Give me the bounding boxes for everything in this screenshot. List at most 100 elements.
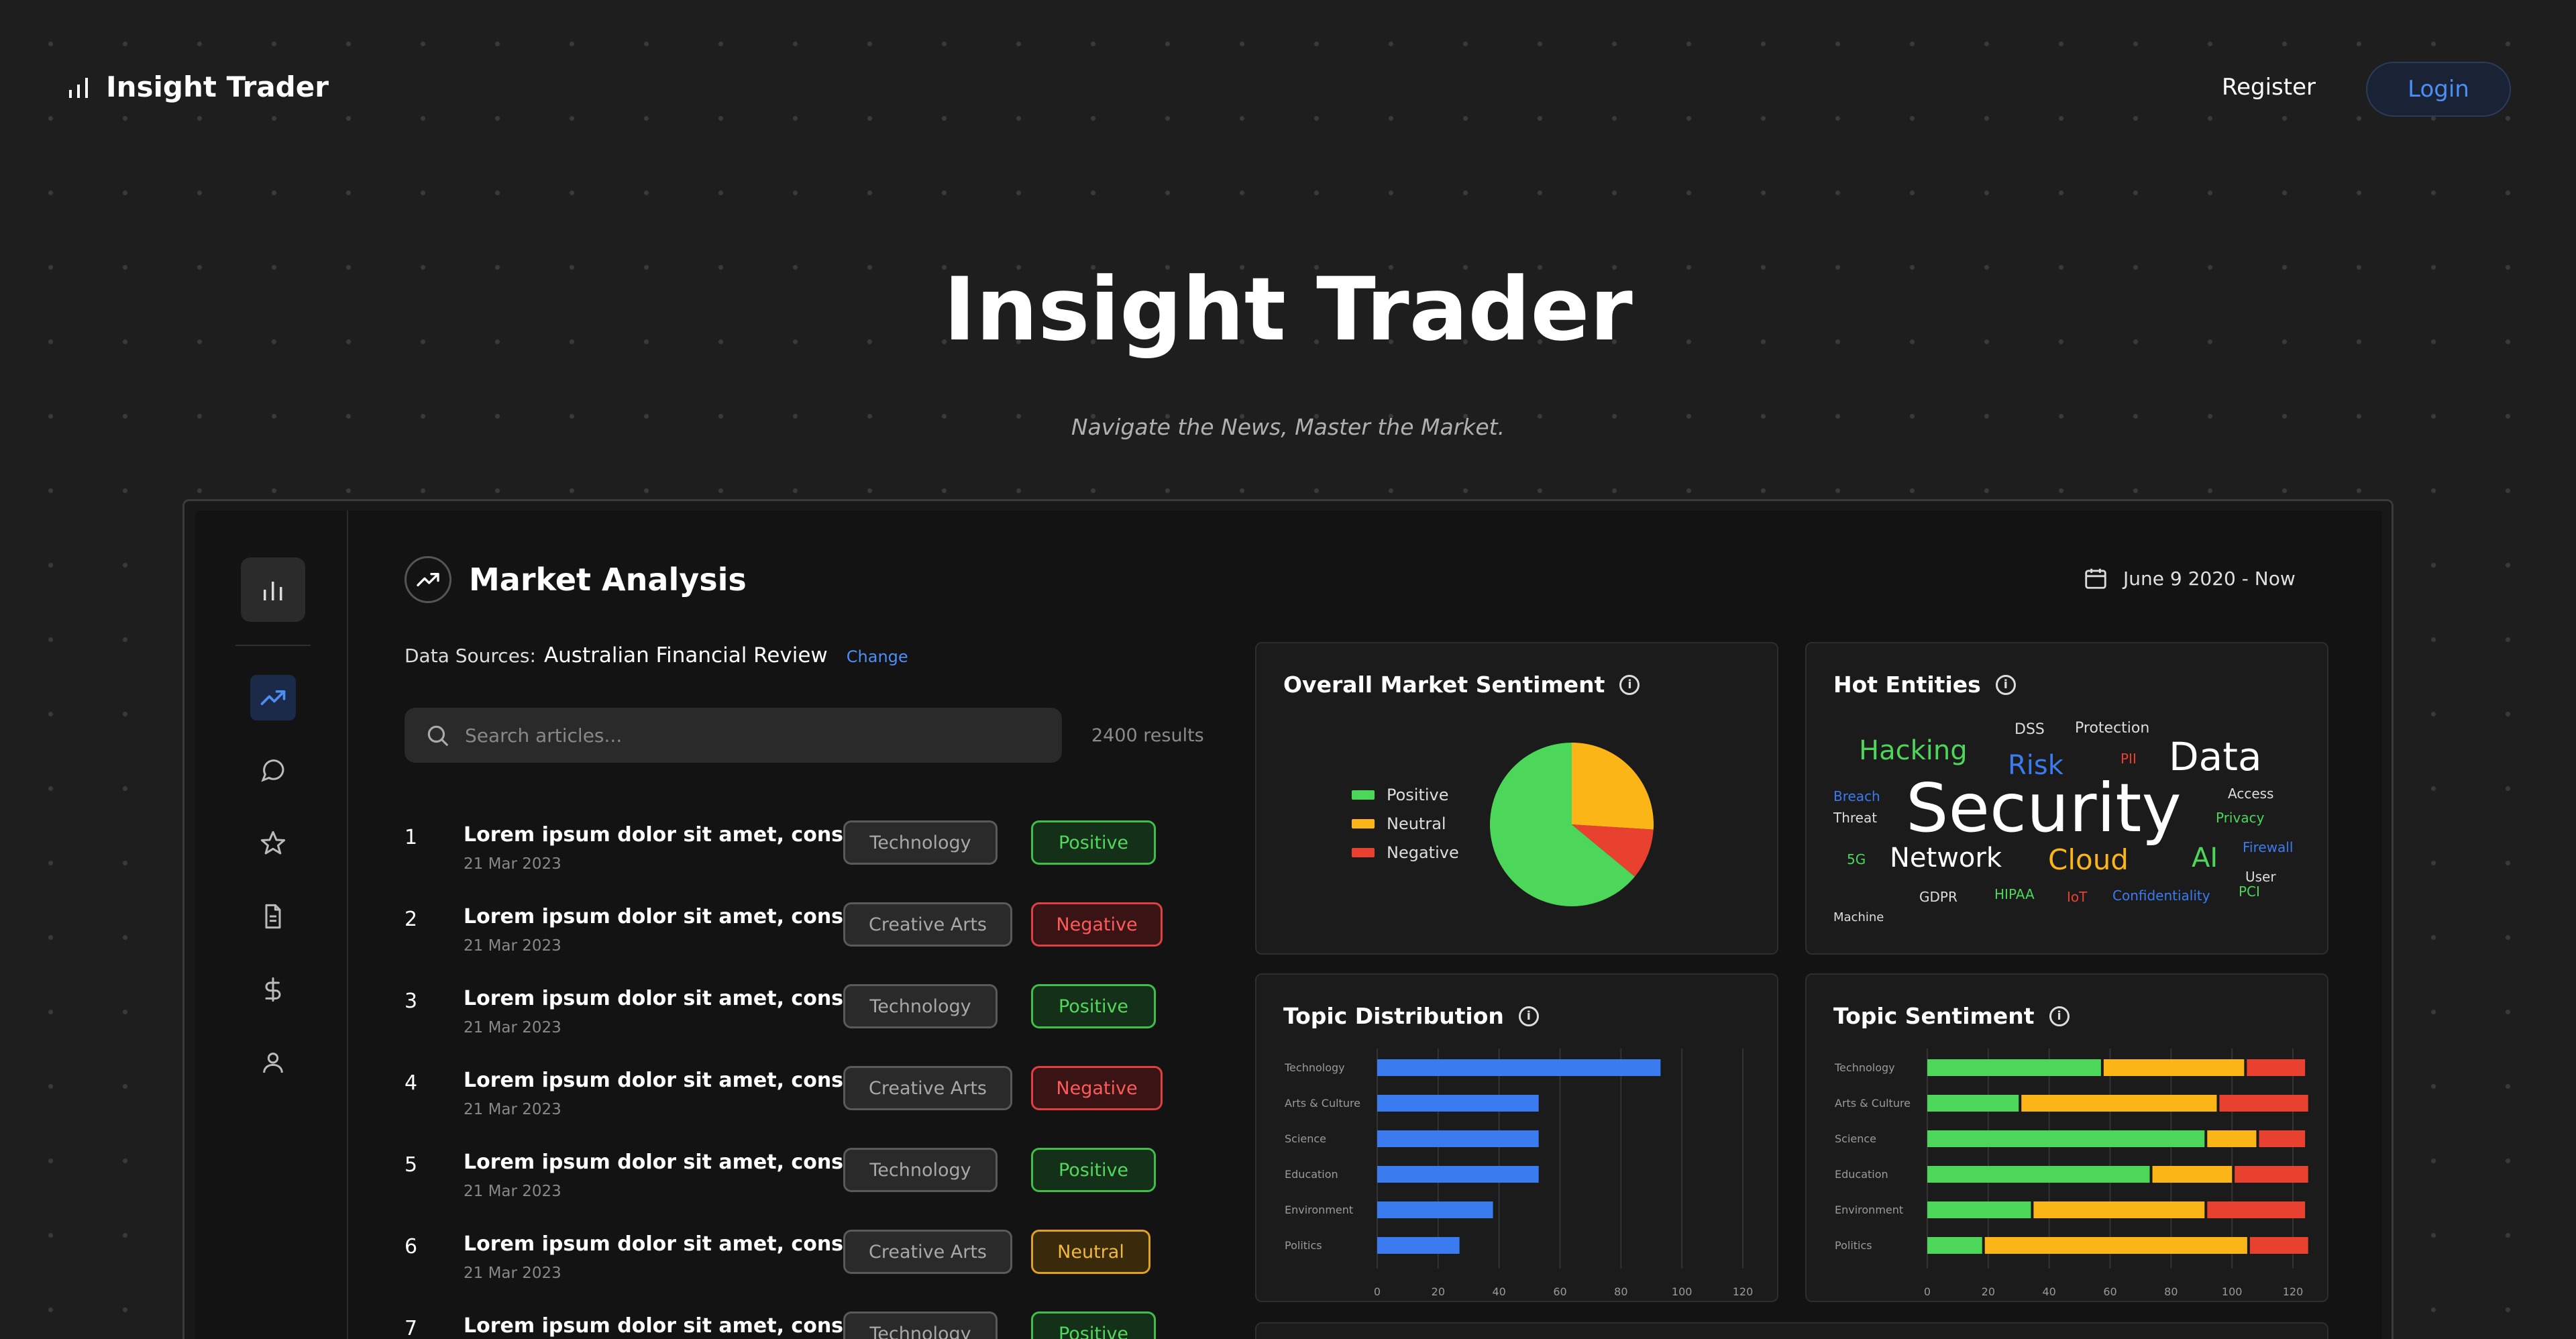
article-number: 2	[405, 908, 418, 931]
article-number: 6	[405, 1235, 418, 1258]
entities-title: Hot Entities	[1833, 672, 1981, 698]
search-bar	[405, 708, 1062, 763]
bar-chart-icon	[264, 582, 282, 600]
article-date: 21 Mar 2023	[464, 1265, 561, 1282]
legend-swatch	[1352, 848, 1375, 857]
y-category-label: Science	[1835, 1132, 1876, 1145]
card-title: Topic Sentiment i	[1833, 1003, 2070, 1029]
entity-word[interactable]: Machine	[1833, 912, 1884, 924]
article-title[interactable]: Lorem ipsum dolor sit amet, cons...	[464, 905, 866, 928]
sidebar-logo[interactable]	[241, 557, 305, 622]
article-row[interactable]: 3 Lorem ipsum dolor sit amet, cons... 21 M…	[405, 984, 1203, 1051]
chat-bubble-icon	[261, 759, 284, 782]
bar-segment-negative	[2207, 1201, 2306, 1218]
sentiment-badge: Neutral	[1031, 1230, 1150, 1274]
sidebar-item-documents[interactable]	[250, 894, 296, 939]
source-name: Australian Financial Review	[543, 643, 828, 667]
article-row[interactable]: 7Lorem ipsum dolor sit amet, cons...21 M…	[405, 1311, 1203, 1339]
entity-word[interactable]: IoT	[2067, 890, 2087, 904]
y-category-label: Politics	[1835, 1239, 1872, 1252]
sentiment-badge: Positive	[1031, 1148, 1156, 1192]
change-source-link[interactable]: Change	[847, 647, 908, 666]
entity-word[interactable]: GDPR	[1919, 890, 1957, 904]
topic-distribution-card: Topic Distribution i 0 20 40 60 80 100 120 Tech…	[1255, 973, 1778, 1302]
top-navigation: Insight Trader Register Login	[0, 0, 2576, 181]
sentiment-badge: Positive	[1031, 820, 1156, 865]
entity-word[interactable]: Breach	[1833, 790, 1880, 803]
category-tag[interactable]: Technology	[843, 820, 998, 865]
entity-word[interactable]: Firewall	[2243, 841, 2293, 854]
entity-word[interactable]: 5G	[1847, 853, 1866, 866]
category-tag[interactable]: Creative Arts	[843, 902, 1012, 947]
login-button[interactable]: Login	[2366, 62, 2511, 117]
article-row[interactable]: 1 Lorem ipsum dolor sit amet, cons... 21 M…	[405, 820, 1203, 888]
category-tag[interactable]: Creative Arts	[843, 1066, 1012, 1110]
article-row[interactable]: 6 Lorem ipsum dolor sit amet, cons... 21 M…	[405, 1230, 1203, 1297]
bar	[1377, 1201, 1493, 1218]
entity-word[interactable]: Protection	[2075, 721, 2149, 736]
entity-word[interactable]: DSS	[2015, 722, 2045, 737]
article-title[interactable]: Lorem ipsum dolor sit amet, cons...	[464, 1150, 866, 1174]
article-row[interactable]: 2 Lorem ipsum dolor sit amet, cons... 21 M…	[405, 902, 1203, 969]
sidebar-item-finance[interactable]	[250, 967, 296, 1012]
article-title[interactable]: Lorem ipsum dolor sit amet, cons...	[464, 823, 866, 847]
entity-word[interactable]: Cloud	[2048, 846, 2129, 874]
bar	[1377, 1059, 1661, 1076]
entity-word[interactable]: Confidentiality	[2112, 889, 2210, 902]
entity-word[interactable]: PCI	[2239, 885, 2260, 898]
date-range-label: June 9 2020 - Now	[2123, 567, 2296, 590]
article-date: 21 Mar 2023	[464, 1101, 561, 1118]
legend-label: Negative	[1387, 843, 1459, 862]
entity-word[interactable]: Data	[2169, 737, 2262, 776]
info-icon[interactable]: i	[1995, 674, 2016, 695]
bar-segment-negative	[2219, 1095, 2308, 1112]
entity-word[interactable]: HIPAA	[1994, 888, 2035, 901]
topic-sentiment-chart: 0 20 40 60 80 100 120 Technology Arts & Culture S…	[1834, 1049, 2308, 1297]
sidebar-item-favorites[interactable]	[250, 820, 296, 866]
search-input[interactable]	[465, 724, 1035, 747]
article-date: 21 Mar 2023	[464, 1183, 561, 1200]
info-icon[interactable]: i	[1619, 674, 1640, 695]
bar-segment-negative	[2259, 1130, 2306, 1147]
entity-word[interactable]: Hacking	[1859, 737, 1968, 764]
sentiment-pie-chart	[1490, 743, 1654, 906]
category-tag[interactable]: Technology	[843, 1311, 998, 1339]
entity-word[interactable]: AI	[2192, 845, 2218, 871]
entity-word[interactable]: Access	[2228, 787, 2273, 800]
bar-segment-positive	[1927, 1059, 2101, 1076]
sentiment-card: Overall Market Sentiment i Positive Neut…	[1255, 642, 1778, 955]
category-tag[interactable]: Creative Arts	[843, 1230, 1012, 1274]
card-title: Overall Market Sentiment i	[1283, 672, 1640, 698]
sidebar-item-analysis[interactable]	[250, 675, 296, 720]
bar-segment-neutral	[2103, 1059, 2245, 1076]
info-icon[interactable]: i	[2049, 1006, 2070, 1026]
article-row[interactable]: 4 Lorem ipsum dolor sit amet, cons... 21 M…	[405, 1066, 1203, 1133]
article-title[interactable]: Lorem ipsum dolor sit amet, cons...	[464, 987, 866, 1010]
entity-word[interactable]: Threat	[1833, 811, 1877, 824]
bar-segment-positive	[1927, 1166, 2150, 1183]
x-tick-label: 100	[2222, 1285, 2243, 1297]
entity-word[interactable]: Security	[1906, 775, 2182, 842]
y-category-label: Education	[1835, 1168, 1888, 1181]
article-row[interactable]: 5 Lorem ipsum dolor sit amet, cons... 21 M…	[405, 1148, 1203, 1215]
trending-up-icon	[405, 556, 451, 603]
x-tick-label: 60	[1553, 1285, 1566, 1297]
sidebar-item-profile[interactable]	[250, 1040, 296, 1085]
article-title[interactable]: Lorem ipsum dolor sit amet, cons...	[464, 1314, 866, 1338]
dashboard-frame: Market Analysis June 9 2020 - Now Data S…	[182, 499, 2394, 1339]
register-link[interactable]: Register	[2222, 74, 2316, 101]
entity-word[interactable]: Network	[1890, 845, 2002, 871]
article-title[interactable]: Lorem ipsum dolor sit amet, cons...	[464, 1232, 866, 1256]
entity-word[interactable]: User	[2245, 870, 2276, 883]
topic-sentiment-title: Topic Sentiment	[1833, 1003, 2035, 1029]
article-title[interactable]: Lorem ipsum dolor sit amet, cons...	[464, 1069, 866, 1092]
date-range-picker[interactable]: June 9 2020 - Now	[2083, 566, 2296, 591]
category-tag[interactable]: Technology	[843, 1148, 998, 1192]
sidebar-item-comments[interactable]	[250, 747, 296, 793]
info-icon[interactable]: i	[1518, 1006, 1539, 1026]
category-tag[interactable]: Technology	[843, 984, 998, 1028]
brand[interactable]: Insight Trader	[67, 70, 329, 103]
article-number: 7	[405, 1317, 418, 1339]
entity-word[interactable]: Privacy	[2216, 811, 2264, 824]
entity-word[interactable]: PII	[2121, 752, 2137, 765]
